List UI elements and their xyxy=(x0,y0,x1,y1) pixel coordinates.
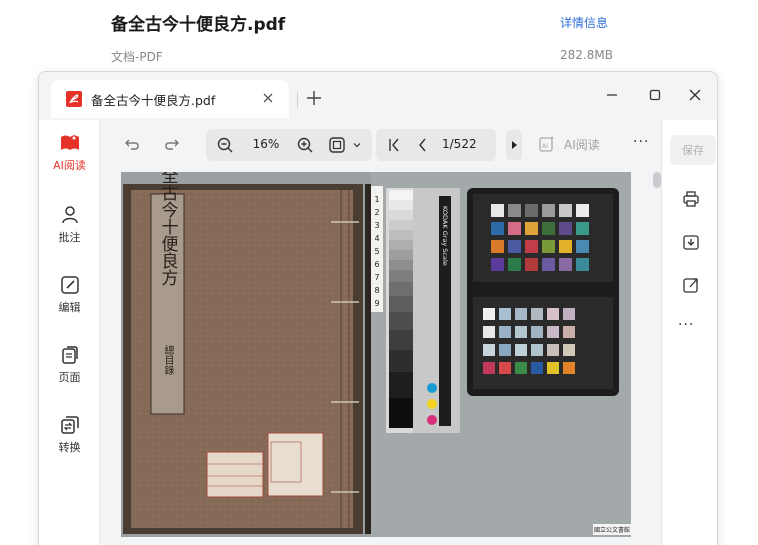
book-title-text: 備全古今十便良方 xyxy=(158,172,179,286)
chevron-down-icon[interactable] xyxy=(352,140,362,150)
first-page-icon[interactable] xyxy=(386,136,404,154)
svg-text:AI: AI xyxy=(542,143,548,150)
ruler-number: 5 xyxy=(374,247,379,256)
fit-page-icon[interactable] xyxy=(328,136,346,154)
nav-pages[interactable]: 页面 xyxy=(39,344,100,394)
ai-read-icon xyxy=(60,134,79,150)
main-content: 16% 1/522 AI AI阅读 ··· 備全古今十便良方 總目錄 1 2 3… xyxy=(101,120,661,545)
redo-icon[interactable] xyxy=(163,135,181,153)
kodak-label: KODAK Gray Scale xyxy=(441,206,449,266)
ruler-number: 9 xyxy=(374,299,379,308)
ai-read-button[interactable]: AI AI阅读 xyxy=(538,135,600,153)
pdf-viewer-window: 备全古今十便良方.pdf AI阅读 批注 编辑 页面 转换 16% 1/522 … xyxy=(38,71,718,545)
nav-label: 页面 xyxy=(58,371,81,384)
close-window-icon[interactable] xyxy=(688,88,702,102)
next-page-button[interactable] xyxy=(506,130,522,160)
library-stamp: 國立公文書館 xyxy=(594,526,630,534)
ruler-number: 4 xyxy=(374,234,379,243)
tab-label: 备全古今十便良方.pdf xyxy=(91,92,216,108)
zoom-level[interactable]: 16% xyxy=(246,137,286,151)
ruler-number: 1 xyxy=(374,195,379,204)
toolbar: 16% 1/522 AI AI阅读 ··· xyxy=(101,120,661,170)
scanned-page-image: 備全古今十便良方 總目錄 1 2 3 4 5 6 7 8 9 KODAK Gra… xyxy=(121,172,631,537)
ai-read-label: AI阅读 xyxy=(564,137,600,152)
ruler-number: 2 xyxy=(374,208,379,217)
left-nav: AI阅读 批注 编辑 页面 转换 xyxy=(39,120,100,545)
file-size: 282.8MB xyxy=(560,48,613,62)
title-bar: 备全古今十便良方.pdf xyxy=(39,72,717,120)
book-subtitle-text: 總目錄 xyxy=(162,344,174,376)
nav-edit[interactable]: 编辑 xyxy=(39,274,100,324)
tab-separator xyxy=(297,92,298,108)
download-icon[interactable] xyxy=(682,233,700,251)
zoom-in-icon[interactable] xyxy=(296,136,314,154)
page-indicator[interactable]: 1/522 xyxy=(442,137,477,151)
nav-label: 编辑 xyxy=(58,301,81,314)
page: 备全古今十便良方.pdf 详情信息 文档-PDF 282.8MB 备全古今十便良… xyxy=(0,0,758,545)
ruler-number: 8 xyxy=(374,286,379,295)
more-options-icon[interactable]: ··· xyxy=(633,134,649,150)
ruler-number: 6 xyxy=(374,260,379,269)
pages-icon xyxy=(61,346,78,364)
document-page: 備全古今十便良方 總目錄 1 2 3 4 5 6 7 8 9 KODAK Gra… xyxy=(121,172,631,537)
share-icon[interactable] xyxy=(682,276,700,294)
zoom-controls: 16% xyxy=(206,129,372,161)
nav-label: 转换 xyxy=(58,441,81,454)
ai-doc-icon: AI xyxy=(539,136,554,152)
nav-ai-read[interactable]: AI阅读 xyxy=(39,132,100,182)
annotate-icon xyxy=(61,206,78,224)
minimize-icon[interactable] xyxy=(605,88,619,102)
zoom-out-icon[interactable] xyxy=(216,136,234,154)
close-tab-icon[interactable] xyxy=(261,91,275,105)
document-tab[interactable]: 备全古今十便良方.pdf xyxy=(51,80,289,118)
more-actions-icon[interactable]: ··· xyxy=(678,317,694,333)
detail-info-link[interactable]: 详情信息 xyxy=(560,14,608,31)
ruler-number: 3 xyxy=(374,221,379,230)
pdf-logo-icon xyxy=(66,91,82,107)
convert-icon xyxy=(60,416,79,434)
file-title: 备全古今十便良方.pdf xyxy=(111,15,286,35)
right-toolbar: 保存 ··· xyxy=(661,120,717,545)
nav-label: 批注 xyxy=(58,231,81,244)
nav-label: AI阅读 xyxy=(53,159,86,172)
ruler-number: 7 xyxy=(374,273,379,282)
maximize-icon[interactable] xyxy=(648,88,662,102)
undo-icon[interactable] xyxy=(123,135,141,153)
print-icon[interactable] xyxy=(682,190,700,208)
vertical-scrollbar[interactable] xyxy=(653,172,661,188)
nav-convert[interactable]: 转换 xyxy=(39,414,100,464)
next-page-icon xyxy=(512,141,517,149)
file-type: 文档-PDF xyxy=(111,50,163,64)
page-controls: 1/522 xyxy=(376,129,496,161)
new-tab-icon[interactable] xyxy=(305,89,323,107)
edit-icon xyxy=(60,276,79,294)
save-button[interactable]: 保存 xyxy=(670,135,716,165)
prev-page-icon[interactable] xyxy=(414,136,432,154)
nav-annotate[interactable]: 批注 xyxy=(39,204,100,254)
